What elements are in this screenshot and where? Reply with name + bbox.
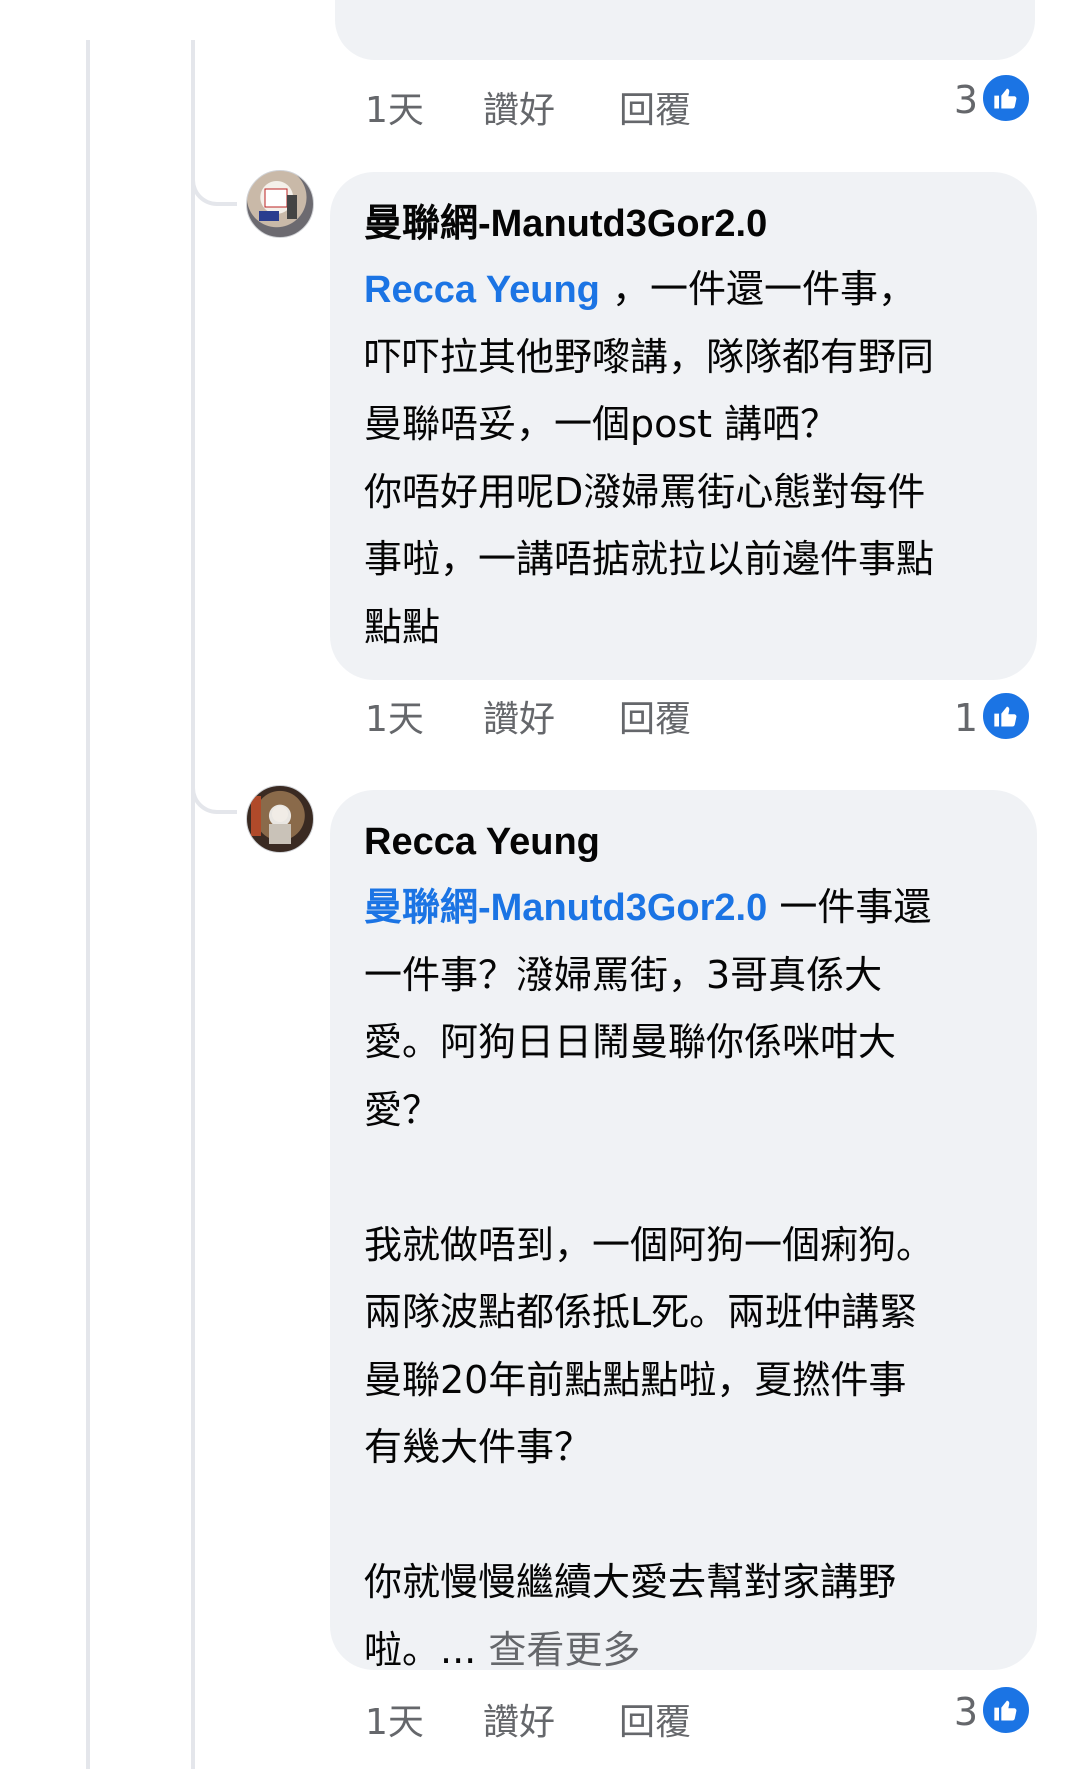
comment-line: 點點: [364, 604, 441, 649]
reply-thread-line: [191, 40, 195, 1769]
avatar-photo-icon: [259, 188, 297, 221]
comment-text: 一件事還: [767, 885, 932, 929]
like-link[interactable]: 讚好: [483, 1698, 555, 1748]
reaction-count[interactable]: 3: [938, 76, 978, 124]
avatar[interactable]: [246, 785, 314, 853]
comment-author[interactable]: Recca Yeung: [364, 818, 600, 866]
mention-link[interactable]: 曼聯網-Manutd3Gor2.0: [364, 887, 767, 929]
avatar-photo-icon: [251, 796, 291, 844]
reply-connector: [191, 780, 237, 814]
reply-link[interactable]: 回覆: [619, 86, 691, 136]
outer-thread-line: [86, 40, 90, 1769]
see-more-link[interactable]: 查看更多: [488, 1628, 640, 1672]
comment-body: Recca Yeung ，一件還一件事， 吓吓拉其他野嚟講，隊隊都有野同 曼聯唔…: [364, 256, 1029, 661]
comment-line: 我就做唔到，一個阿狗一個痢狗。: [364, 1222, 935, 1267]
reply-link[interactable]: 回覆: [619, 1698, 691, 1748]
comment-timestamp[interactable]: 1天: [365, 695, 424, 745]
avatar[interactable]: [246, 170, 314, 238]
comment-line: 一件事？潑婦罵街，3哥真係大: [364, 952, 883, 997]
comment-line: 啦。... 查看更多: [364, 1617, 1029, 1685]
comment-line: 兩隊波點都係抵L死。兩班仲講緊: [364, 1290, 918, 1334]
like-icon[interactable]: [980, 72, 1032, 124]
comment-timestamp[interactable]: 1天: [365, 1698, 424, 1748]
comment-line: [364, 1144, 1029, 1212]
comment-line: 你就慢慢繼續大愛去幫對家講野: [364, 1560, 897, 1604]
comment-line: 愛。阿狗日日鬧曼聯你係咪咁大: [364, 1020, 897, 1064]
comment-line: 你唔好用呢D潑婦罵街心態對每件: [364, 469, 926, 514]
comment-line: 愛？: [364, 1087, 441, 1132]
mention-link[interactable]: Recca Yeung: [364, 269, 600, 311]
comment-line: [364, 1482, 1029, 1550]
comment-text: ，一件還一件事，: [599, 267, 916, 311]
comment-body: 曼聯網-Manutd3Gor2.0 一件事還 一件事？潑婦罵街，3哥真係大 愛。…: [364, 874, 1029, 1684]
comment-timestamp[interactable]: 1天: [365, 86, 424, 136]
reaction-count[interactable]: 1: [938, 694, 978, 742]
comment-bubble: 曼聯網-Manutd3Gor2.0 Recca Yeung ，一件還一件事， 吓…: [330, 172, 1037, 680]
comment-text: 啦。...: [364, 1627, 477, 1672]
comment-bubble: Recca Yeung 曼聯網-Manutd3Gor2.0 一件事還 一件事？潑…: [330, 790, 1037, 1672]
reply-connector: [191, 172, 237, 206]
like-icon[interactable]: [980, 690, 1032, 742]
comment-line: 有幾大件事？: [364, 1425, 593, 1469]
comment-line: 吓吓拉其他野嚟講，隊隊都有野同: [364, 334, 935, 379]
comment-line: 曼聯網-Manutd3Gor2.0 一件事還: [364, 874, 1029, 942]
like-link[interactable]: 讚好: [483, 695, 555, 745]
comment-line: Recca Yeung ，一件還一件事，: [364, 256, 1029, 324]
comment-bubble-partial: [335, 0, 1035, 60]
comment-author[interactable]: 曼聯網-Manutd3Gor2.0: [364, 200, 767, 248]
comment-line: 曼聯20年前點點點啦，夏撚件事: [364, 1357, 907, 1402]
reply-link[interactable]: 回覆: [619, 695, 691, 745]
comment-line: 曼聯唔妥，一個post 講哂？: [364, 402, 839, 446]
like-icon[interactable]: [980, 1684, 1032, 1736]
reaction-count[interactable]: 3: [938, 1688, 978, 1736]
like-link[interactable]: 讚好: [483, 86, 555, 136]
comment-line: 事啦，一講唔掂就拉以前邊件事點: [364, 537, 935, 581]
